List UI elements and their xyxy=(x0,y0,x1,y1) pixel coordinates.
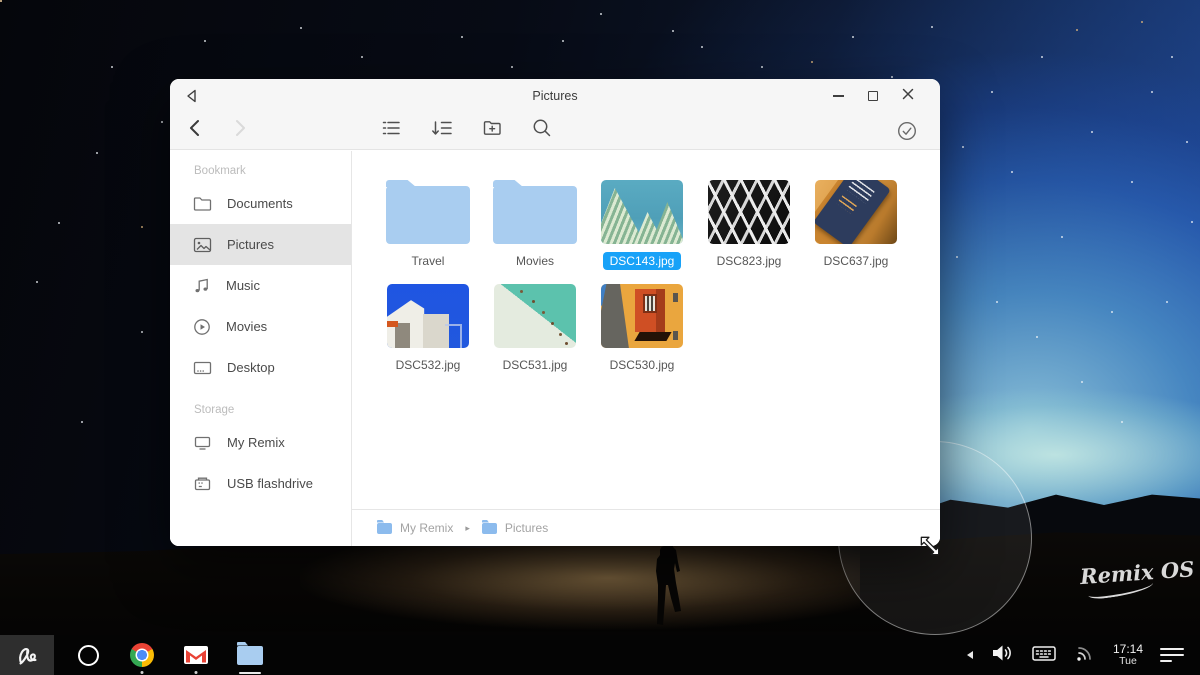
file-name: Travel xyxy=(405,252,452,270)
file-manager-icon xyxy=(237,646,263,665)
keyboard-icon[interactable] xyxy=(1031,643,1057,668)
file-name: DSC531.jpg xyxy=(496,356,575,374)
sidebar-item-my-remix[interactable]: My Remix xyxy=(170,422,351,463)
sidebar-item-desktop[interactable]: Desktop xyxy=(170,347,351,388)
sidebar-item-pictures[interactable]: Pictures xyxy=(170,224,351,265)
sidebar-item-label: My Remix xyxy=(227,435,285,450)
remix-start-button[interactable] xyxy=(0,635,54,675)
file-item-travel[interactable]: Travel xyxy=(382,178,474,270)
file-name: DSC530.jpg xyxy=(603,356,682,374)
launcher-circle-icon xyxy=(78,645,99,666)
breadcrumb-my-remix[interactable]: My Remix xyxy=(377,521,453,535)
taskbar-chrome-button[interactable] xyxy=(122,635,162,675)
running-indicator-dot xyxy=(195,671,198,674)
file-name: DSC823.jpg xyxy=(710,252,789,270)
nav-forward-icon[interactable] xyxy=(232,118,248,143)
folder-thumbnail xyxy=(493,186,577,244)
sidebar-item-movies[interactable]: Movies xyxy=(170,306,351,347)
taskbar-launcher-button[interactable] xyxy=(68,635,108,675)
active-indicator-line xyxy=(239,672,261,675)
select-check-icon[interactable] xyxy=(896,120,918,142)
sidebar-item-documents[interactable]: Documents xyxy=(170,183,351,224)
window-toolbar xyxy=(170,112,940,150)
music-note-icon xyxy=(193,277,211,294)
nav-back-icon[interactable] xyxy=(187,118,203,143)
chrome-icon xyxy=(130,643,154,667)
remix-os-desktop: Remix OS Pictures xyxy=(0,0,1200,675)
sidebar-item-label: Music xyxy=(226,278,260,293)
stars-amber xyxy=(0,0,2,2)
image-thumbnail xyxy=(494,284,576,348)
file-item-movies[interactable]: Movies xyxy=(489,178,581,270)
new-folder-icon[interactable] xyxy=(481,117,503,144)
folder-thumbnail xyxy=(386,186,470,244)
image-thumbnail xyxy=(601,180,683,244)
play-circle-icon xyxy=(193,318,211,336)
running-indicator-dot xyxy=(141,671,144,674)
folder-icon xyxy=(193,196,212,212)
taskbar-files-button[interactable] xyxy=(230,635,270,675)
sidebar-item-music[interactable]: Music xyxy=(170,265,351,306)
file-item-dsc531[interactable]: DSC531.jpg xyxy=(489,282,581,374)
sort-icon[interactable] xyxy=(430,117,453,144)
taskbar: 17:14 Tue xyxy=(0,635,1200,675)
usb-drive-icon xyxy=(193,476,212,492)
remix-logo-icon xyxy=(12,642,42,668)
breadcrumb-separator-icon: ▸ xyxy=(465,523,470,534)
file-name: DSC532.jpg xyxy=(389,356,468,374)
computer-icon xyxy=(193,435,212,451)
minimize-icon[interactable] xyxy=(833,95,844,97)
sidebar-item-label: Pictures xyxy=(227,237,274,252)
sidebar-item-label: Documents xyxy=(227,196,293,211)
file-item-dsc532[interactable]: DSC532.jpg xyxy=(382,282,474,374)
file-name-selected: DSC143.jpg xyxy=(603,252,682,270)
person-silhouette xyxy=(648,536,692,628)
taskbar-clock[interactable]: 17:14 Tue xyxy=(1113,643,1143,667)
sidebar-item-label: USB flashdrive xyxy=(227,476,313,491)
tray-expand-icon[interactable] xyxy=(967,651,973,659)
breadcrumb-pictures[interactable]: Pictures xyxy=(482,521,548,535)
volume-icon[interactable] xyxy=(990,642,1014,669)
file-item-dsc823[interactable]: DSC823.jpg xyxy=(703,178,795,270)
sidebar-section-bookmark: Bookmark xyxy=(170,151,351,183)
search-icon[interactable] xyxy=(531,117,553,144)
list-view-icon[interactable] xyxy=(380,117,402,144)
signal-icon[interactable] xyxy=(1074,643,1096,668)
image-thumbnail xyxy=(387,284,469,348)
sidebar: Bookmark Documents Pictures xyxy=(170,151,352,546)
image-icon xyxy=(193,237,212,253)
file-name: DSC637.jpg xyxy=(817,252,896,270)
taskbar-gmail-button[interactable] xyxy=(176,635,216,675)
file-item-dsc143[interactable]: DSC143.jpg xyxy=(596,178,688,270)
desktop-icon xyxy=(193,360,212,376)
maximize-icon[interactable] xyxy=(868,91,878,101)
breadcrumb: My Remix ▸ Pictures xyxy=(352,509,940,546)
file-name: Movies xyxy=(509,252,561,270)
image-thumbnail xyxy=(815,180,897,244)
sidebar-item-label: Movies xyxy=(226,319,267,334)
resize-cursor-icon xyxy=(917,533,943,559)
file-manager-window[interactable]: Pictures xyxy=(170,79,940,546)
window-titlebar[interactable]: Pictures xyxy=(170,79,940,112)
sidebar-section-storage: Storage xyxy=(170,388,351,422)
file-item-dsc637[interactable]: DSC637.jpg xyxy=(810,178,902,270)
window-title: Pictures xyxy=(170,89,940,103)
file-grid: Travel Movies DSC143.jpg DSC823.jpg xyxy=(352,151,940,509)
ground-light-glow xyxy=(300,535,860,630)
sidebar-item-label: Desktop xyxy=(227,360,275,375)
sidebar-item-usb-flashdrive[interactable]: USB flashdrive xyxy=(170,463,351,504)
close-icon[interactable] xyxy=(902,87,914,105)
folder-icon xyxy=(377,523,392,534)
image-thumbnail xyxy=(708,180,790,244)
image-thumbnail xyxy=(601,284,683,348)
folder-icon xyxy=(482,523,497,534)
gmail-icon xyxy=(184,646,208,664)
menu-icon[interactable] xyxy=(1160,648,1184,662)
file-item-dsc530[interactable]: DSC530.jpg xyxy=(596,282,688,374)
